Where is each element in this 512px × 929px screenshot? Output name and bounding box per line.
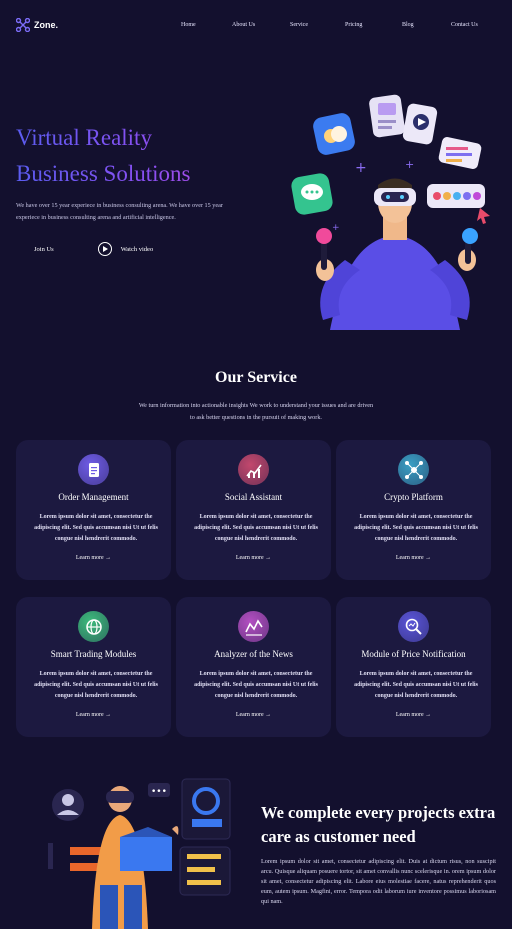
clipboard-icon — [78, 454, 109, 485]
svg-text:+: + — [355, 160, 367, 176]
arrow-right-icon: → — [425, 712, 432, 718]
service-card: Crypto Platform Lorem ipsum dolor sit am… — [336, 440, 491, 580]
learn-more-link[interactable]: Learn more → — [176, 555, 331, 561]
svg-text:•••: ••• — [151, 787, 167, 797]
analytics-icon — [238, 611, 269, 642]
learn-more-link[interactable]: Learn more → — [16, 555, 171, 561]
service-card-text: Lorem ipsum dolor sit amet, consectetur … — [34, 671, 158, 699]
service-card-title: Order Management — [58, 492, 129, 502]
service-card: Social Assistant Lorem ipsum dolor sit a… — [176, 440, 331, 580]
service-card: Analyzer of the News Lorem ipsum dolor s… — [176, 597, 331, 737]
svg-text:+: + — [332, 223, 340, 233]
arrow-right-icon: → — [105, 712, 112, 718]
service-card-text: Lorem ipsum dolor sit amet, consectetur … — [354, 514, 478, 542]
hero-title-line-1: Virtual Reality — [16, 125, 152, 150]
hero-title-line-2: Business Solutions — [16, 161, 191, 186]
hero-title: Virtual Reality Business Solutions — [16, 120, 256, 192]
service-card-text: Lorem ipsum dolor sit amet, consectetur … — [354, 671, 478, 699]
nav-link-contact[interactable]: Contact Us — [451, 22, 478, 28]
nav-link-pricing[interactable]: Pricing — [345, 22, 362, 28]
settings-card-icon — [438, 137, 482, 169]
service-card-title: Analyzer of the News — [214, 649, 293, 659]
arrow-right-icon: → — [265, 712, 272, 718]
service-card-text: Lorem ipsum dolor sit amet, consectetur … — [194, 514, 318, 542]
join-us-button[interactable]: Join Us — [16, 244, 72, 255]
learn-more-link[interactable]: Learn more → — [16, 712, 171, 718]
service-card-text: Lorem ipsum dolor sit amet, consectetur … — [194, 671, 318, 699]
watch-video-button[interactable]: Watch video — [97, 242, 154, 256]
video-player-icon — [402, 103, 438, 145]
learn-more-label: Learn more — [75, 555, 104, 561]
service-card: Module of Price Notification Lorem ipsum… — [336, 597, 491, 737]
learn-more-label: Learn more — [75, 712, 104, 718]
network-icon — [398, 454, 429, 485]
vr-dashboard-illustration: ••• — [48, 778, 231, 929]
service-card: Order Management Lorem ipsum dolor sit a… — [16, 440, 171, 580]
color-palette-card-icon — [427, 184, 490, 224]
hero-actions: Join Us Watch video — [16, 242, 153, 256]
watch-video-label: Watch video — [120, 245, 154, 253]
services-title: Our Service — [215, 369, 297, 386]
about-text: Lorem ipsum dolor sit amet, consectetur … — [261, 858, 496, 905]
nav-links: Home About Us Service Pricing Blog Conta… — [0, 22, 512, 32]
learn-more-label: Learn more — [235, 555, 264, 561]
services-subtitle: We turn information into actionable insi… — [138, 402, 374, 421]
arrow-right-icon: → — [265, 555, 272, 561]
nav-link-blog[interactable]: Blog — [402, 22, 414, 28]
play-icon — [97, 242, 112, 256]
nav-link-home[interactable]: Home — [181, 22, 196, 28]
hero-description: We have over 15 year experiece in busine… — [16, 202, 223, 221]
learn-more-link[interactable]: Learn more → — [336, 712, 491, 718]
chat-app-icon — [291, 173, 333, 215]
service-card-title: Crypto Platform — [384, 492, 443, 502]
svg-text:+: + — [405, 158, 414, 171]
nav-link-about[interactable]: About Us — [232, 22, 255, 28]
service-card-text: Lorem ipsum dolor sit amet, consectetur … — [34, 514, 158, 542]
about-title: We complete every projects extra care as… — [261, 803, 496, 846]
arrow-right-icon: → — [425, 555, 432, 561]
learn-more-link[interactable]: Learn more → — [336, 555, 491, 561]
learn-more-label: Learn more — [395, 555, 424, 561]
learn-more-link[interactable]: Learn more → — [176, 712, 331, 718]
service-card-title: Smart Trading Modules — [50, 649, 137, 659]
vr-illustration: + + + — [291, 94, 490, 330]
nav-link-service[interactable]: Service — [290, 22, 308, 28]
service-card: Smart Trading Modules Lorem ipsum dolor … — [16, 597, 171, 737]
cloud-app-icon — [313, 113, 355, 155]
service-card-title: Social Assistant — [224, 492, 283, 502]
arrow-right-icon: → — [105, 555, 112, 561]
chart-growth-icon — [238, 454, 269, 485]
service-card-title: Module of Price Notification — [361, 649, 466, 659]
top-navigation: Zone. Home About Us Service Pricing Blog… — [0, 0, 512, 52]
profile-card-icon — [369, 94, 405, 138]
learn-more-label: Learn more — [395, 712, 424, 718]
search-analytics-icon — [398, 611, 429, 642]
globe-icon — [78, 611, 109, 642]
learn-more-label: Learn more — [235, 712, 264, 718]
